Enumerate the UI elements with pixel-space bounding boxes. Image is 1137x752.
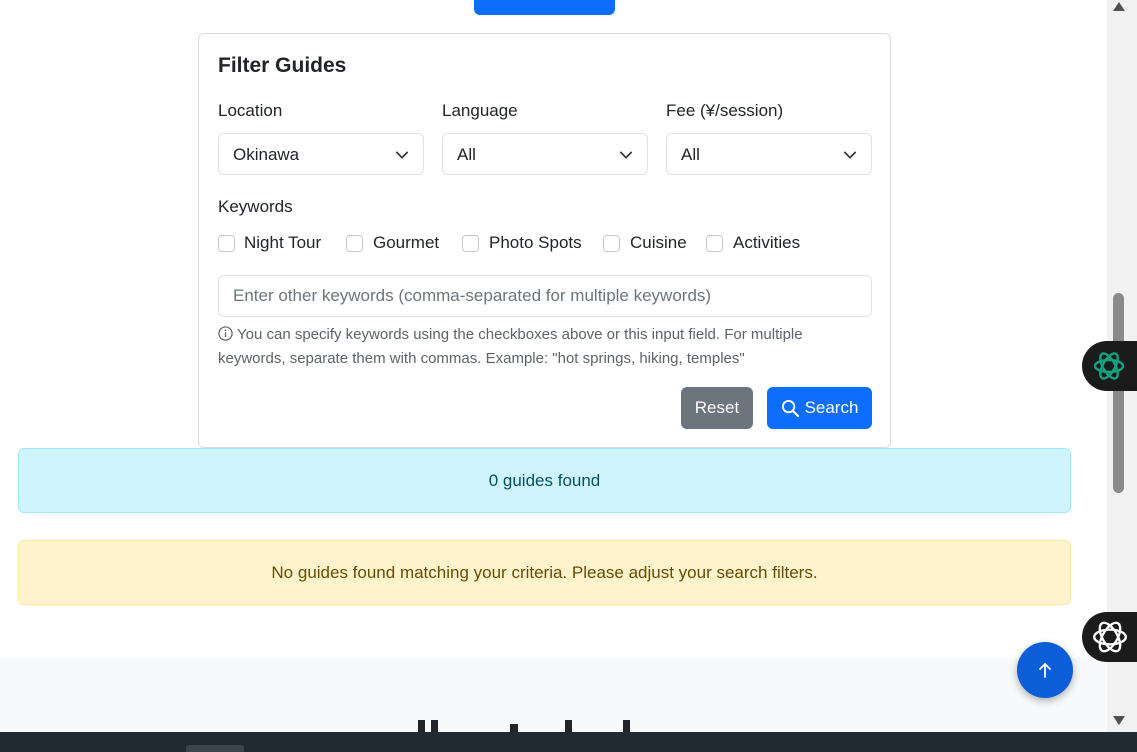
chevron-down-icon [619, 151, 633, 159]
reset-button-label: Reset [694, 398, 740, 417]
checkbox-photo-spots[interactable] [462, 235, 479, 252]
results-count-text: 0 guides found [488, 470, 601, 490]
results-count-alert: 0 guides found [18, 448, 1071, 513]
language-select[interactable]: All [442, 133, 648, 175]
card-title: Filter Guides [218, 54, 347, 77]
section-heading-partial [418, 720, 630, 732]
checkbox-activities[interactable] [706, 235, 723, 252]
filter-card: Filter Guides Location Okinawa Language … [198, 33, 891, 448]
scroll-thumb[interactable] [1113, 293, 1124, 493]
fee-value: All [681, 145, 700, 164]
openai-icon [1093, 621, 1127, 653]
language-value: All [457, 145, 476, 164]
keywords-label: Keywords [218, 197, 293, 216]
scroll-down-arrow-icon[interactable] [1112, 715, 1126, 727]
search-button[interactable]: Search [767, 387, 872, 429]
taskbar-app-item[interactable] [186, 745, 244, 752]
chevron-down-icon [395, 151, 409, 159]
checkbox-gourmet[interactable] [346, 235, 363, 252]
location-value: Okinawa [233, 145, 300, 164]
keyword-input[interactable] [218, 275, 872, 317]
openai-extension-tab[interactable] [1082, 612, 1137, 662]
back-to-top-button[interactable] [1017, 642, 1073, 698]
checkbox-label-activities[interactable]: Activities [733, 233, 800, 253]
no-results-text: No guides found matching your criteria. … [271, 562, 818, 582]
fee-select[interactable]: All [666, 133, 872, 175]
os-taskbar [0, 732, 1137, 752]
checkbox-label-cuisine[interactable]: Cuisine [630, 233, 687, 253]
help-text-content: You can specify keywords using the check… [218, 326, 803, 367]
arrow-up-icon [1039, 663, 1051, 678]
chatgpt-icon [1093, 352, 1125, 380]
page: Filter Guides Location Okinawa Language … [0, 0, 1107, 732]
scroll-up-arrow-icon[interactable] [1112, 0, 1126, 12]
chatgpt-extension-tab[interactable] [1082, 341, 1137, 391]
checkbox-cuisine[interactable] [603, 235, 620, 252]
info-circle-icon [218, 326, 233, 341]
checkbox-label-gourmet[interactable]: Gourmet [373, 233, 439, 253]
no-results-alert: No guides found matching your criteria. … [18, 540, 1071, 605]
checkbox-label-photo-spots[interactable]: Photo Spots [489, 233, 582, 253]
location-label: Location [218, 101, 283, 120]
top-action-button[interactable] [474, 0, 615, 15]
search-button-label: Search [804, 398, 859, 417]
checkbox-night-tour[interactable] [218, 235, 235, 252]
fee-label: Fee (¥/session) [666, 101, 784, 120]
chevron-down-icon [843, 151, 857, 159]
location-select[interactable]: Okinawa [218, 133, 424, 175]
reset-button[interactable]: Reset [681, 387, 753, 429]
checkbox-label-night-tour[interactable]: Night Tour [244, 233, 321, 253]
search-icon [781, 399, 799, 417]
help-text: You can specify keywords using the check… [218, 323, 858, 371]
language-label: Language [442, 101, 518, 120]
